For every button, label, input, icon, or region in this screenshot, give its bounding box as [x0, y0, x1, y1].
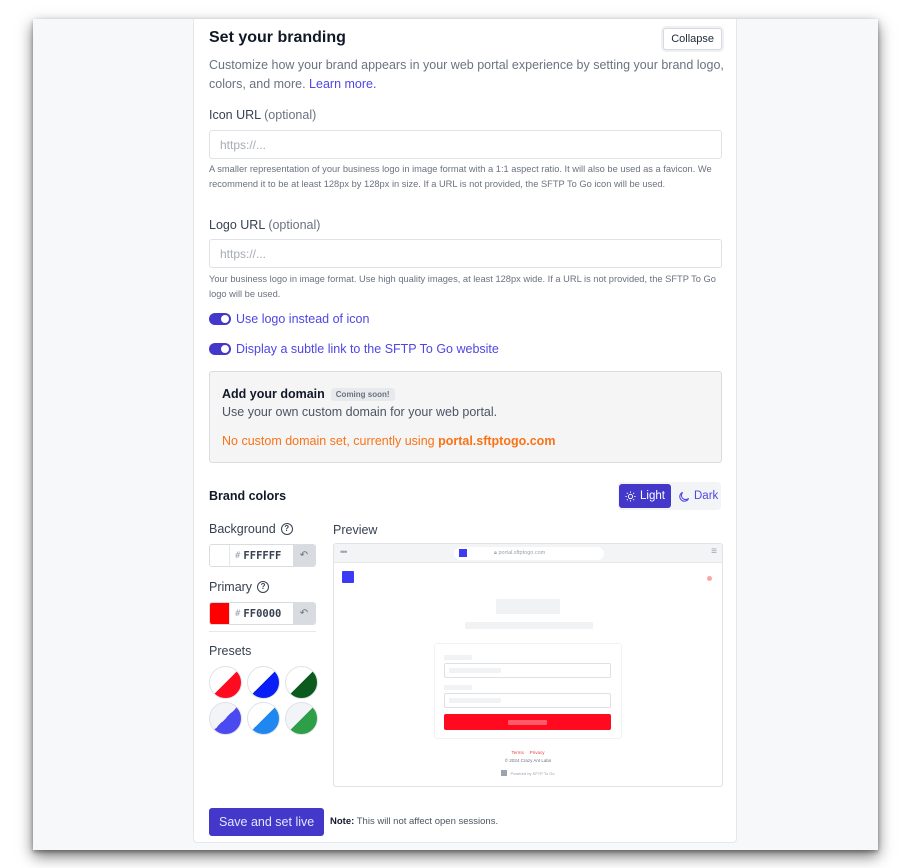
learn-more-link[interactable]: Learn more.	[309, 77, 376, 91]
toggle-switch[interactable]	[209, 313, 231, 325]
preview-powered-by: Powered by SFTP To Go	[334, 770, 722, 776]
save-note: Note: This will not affect open sessions…	[330, 816, 499, 827]
preview-input	[444, 693, 611, 708]
preview-subtitle-skeleton	[465, 622, 593, 629]
page-frame: Set your branding Collapse Customize how…	[33, 19, 878, 850]
sftp-logo-icon	[501, 770, 508, 776]
sftp-link-toggle[interactable]: Display a subtle link to the SFTP To Go …	[209, 342, 499, 356]
domain-status: No custom domain set, currently using po…	[222, 434, 556, 448]
preview-browser-bar: ••• 🔒︎ portal.sftptogo.com ≡	[334, 544, 722, 563]
background-label: Background?	[209, 522, 293, 536]
preview-title-skeleton	[496, 599, 560, 614]
sun-icon	[625, 490, 636, 502]
preset-swatch[interactable]	[247, 666, 280, 699]
brand-colors-title: Brand colors	[209, 489, 287, 503]
save-and-set-live-button[interactable]: Save and set live	[209, 808, 325, 836]
reset-icon[interactable]: ↶	[293, 603, 315, 624]
preview-footer-links: Terms Privacy	[511, 750, 545, 755]
portal-preview: ••• 🔒︎ portal.sftptogo.com ≡ Terms Priva…	[333, 543, 723, 787]
domain-description: Use your own custom domain for your web …	[222, 405, 498, 419]
preview-copyright: © 2024 Crazy Ant Labs	[504, 758, 552, 763]
light-mode-button[interactable]: Light	[619, 484, 671, 508]
menu-icon: ≡	[711, 546, 717, 557]
theme-mode-toggle: Light Dark	[618, 482, 721, 510]
preview-primary-button	[444, 714, 611, 730]
use-logo-toggle[interactable]: Use logo instead of icon	[209, 312, 369, 326]
preview-status-dot	[707, 576, 712, 581]
presets-label: Presets	[209, 644, 252, 658]
domain-title: Add your domain Coming soon!	[222, 387, 395, 401]
preview-address-bar: 🔒︎ portal.sftptogo.com	[454, 547, 604, 560]
primary-swatch[interactable]	[210, 603, 230, 624]
branding-card: Set your branding Collapse Customize how…	[193, 19, 737, 843]
preset-swatch[interactable]	[209, 702, 242, 735]
preset-swatch[interactable]	[285, 702, 318, 735]
toggle-switch[interactable]	[209, 343, 231, 355]
help-icon[interactable]: ?	[257, 581, 270, 593]
collapse-button[interactable]: Collapse	[663, 28, 722, 50]
coming-soon-badge: Coming soon!	[330, 388, 395, 401]
background-hex-value: FFFFFF	[243, 549, 282, 562]
primary-hex-value: FF0000	[243, 607, 282, 620]
preset-swatch[interactable]	[285, 666, 318, 699]
presets-grid	[209, 666, 319, 735]
icon-url-help: A smaller representation of your busines…	[209, 164, 712, 189]
favicon-icon	[459, 549, 467, 557]
background-color-field[interactable]: # FFFFFF ↶	[209, 544, 316, 567]
logo-url-help: Your business logo in image format. Use …	[209, 274, 716, 299]
dark-mode-button[interactable]: Dark	[673, 484, 724, 508]
primary-color-field[interactable]: # FF0000 ↶	[209, 602, 316, 625]
custom-domain-box: Add your domain Coming soon! Use your own…	[209, 371, 722, 463]
card-description: Customize how your brand appears in your…	[209, 58, 724, 91]
preview-logo	[342, 571, 354, 583]
preset-swatch[interactable]	[209, 666, 242, 699]
preview-login-form	[434, 643, 622, 739]
logo-url-label: Logo URL (optional)	[209, 218, 321, 232]
help-icon[interactable]: ?	[280, 523, 293, 535]
reset-icon[interactable]: ↶	[293, 545, 315, 566]
moon-icon	[679, 491, 690, 502]
more-dots-icon: •••	[340, 547, 348, 557]
card-title: Set your branding	[209, 29, 346, 46]
background-swatch[interactable]	[210, 545, 230, 566]
icon-url-label: Icon URL (optional)	[209, 108, 317, 122]
primary-label: Primary?	[209, 580, 270, 594]
preview-label: Preview	[333, 523, 378, 537]
icon-url-input[interactable]	[209, 130, 722, 159]
divider	[209, 631, 316, 632]
preset-swatch[interactable]	[247, 702, 280, 735]
logo-url-input[interactable]	[209, 239, 722, 268]
preview-input	[444, 663, 611, 678]
